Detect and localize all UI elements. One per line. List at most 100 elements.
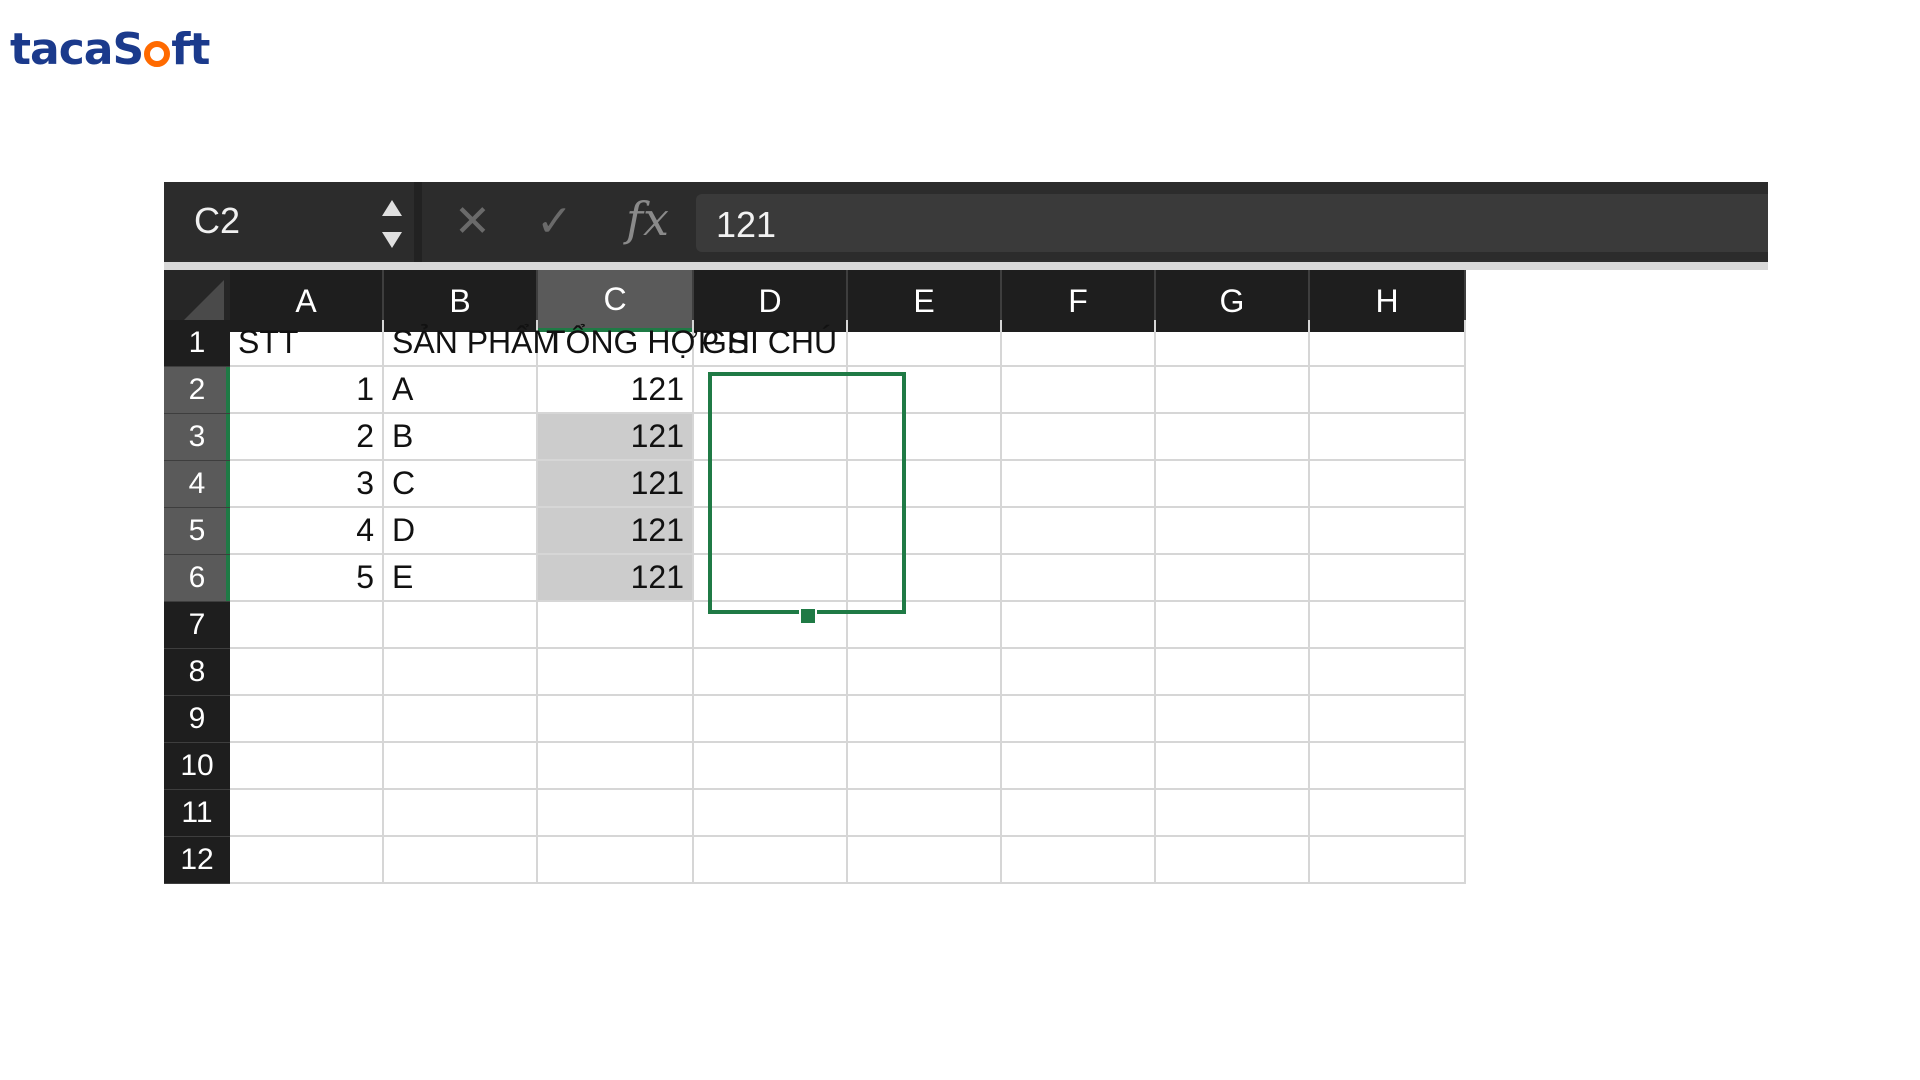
row-header-7[interactable]: 7 — [164, 602, 230, 649]
cell-e7[interactable] — [848, 602, 1002, 649]
cell-g3[interactable] — [1156, 414, 1310, 461]
cell-h10[interactable] — [1310, 743, 1466, 790]
cell-e1[interactable] — [848, 320, 1002, 367]
cell-h7[interactable] — [1310, 602, 1466, 649]
cell-g1[interactable] — [1156, 320, 1310, 367]
cell-h5[interactable] — [1310, 508, 1466, 555]
cell-d8[interactable] — [694, 649, 848, 696]
cell-b12[interactable] — [384, 837, 538, 884]
cell-g8[interactable] — [1156, 649, 1310, 696]
cell-b1[interactable]: SẢN PHẨM — [384, 320, 559, 367]
cell-b7[interactable] — [384, 602, 538, 649]
cell-f5[interactable] — [1002, 508, 1156, 555]
cell-e5[interactable] — [848, 508, 1002, 555]
row-header-10[interactable]: 10 — [164, 743, 230, 790]
cell-e2[interactable] — [848, 367, 1002, 414]
cell-a11[interactable] — [230, 790, 384, 837]
cell-b3[interactable]: B — [384, 414, 538, 461]
cell-g12[interactable] — [1156, 837, 1310, 884]
cell-h11[interactable] — [1310, 790, 1466, 837]
cell-f4[interactable] — [1002, 461, 1156, 508]
formula-value[interactable]: 121 — [716, 204, 776, 246]
function-icon[interactable]: fx — [626, 192, 669, 246]
cell-b2[interactable]: A — [384, 367, 538, 414]
cell-e3[interactable] — [848, 414, 1002, 461]
cell-a7[interactable] — [230, 602, 384, 649]
row-header-11[interactable]: 11 — [164, 790, 230, 837]
cell-a2[interactable]: 1 — [230, 367, 384, 414]
cell-d7[interactable] — [694, 602, 848, 649]
cell-d2[interactable] — [694, 367, 848, 414]
cell-h12[interactable] — [1310, 837, 1466, 884]
cell-a5[interactable]: 4 — [230, 508, 384, 555]
cell-reference[interactable]: C2 — [194, 200, 240, 242]
checkmark-icon[interactable]: ✓ — [536, 196, 573, 247]
cell-f1[interactable] — [1002, 320, 1156, 367]
cell-h4[interactable] — [1310, 461, 1466, 508]
fill-handle[interactable] — [799, 607, 817, 625]
cell-c2[interactable]: 121 — [538, 367, 694, 414]
cell-a12[interactable] — [230, 837, 384, 884]
row-header-12[interactable]: 12 — [164, 837, 230, 884]
cell-a10[interactable] — [230, 743, 384, 790]
cell-g11[interactable] — [1156, 790, 1310, 837]
cell-g6[interactable] — [1156, 555, 1310, 602]
cell-c9[interactable] — [538, 696, 694, 743]
cell-e9[interactable] — [848, 696, 1002, 743]
cell-d4[interactable] — [694, 461, 848, 508]
cell-e8[interactable] — [848, 649, 1002, 696]
cell-c11[interactable] — [538, 790, 694, 837]
cell-e10[interactable] — [848, 743, 1002, 790]
row-header-5[interactable]: 5 — [164, 508, 230, 555]
cell-g4[interactable] — [1156, 461, 1310, 508]
cell-d10[interactable] — [694, 743, 848, 790]
row-header-4[interactable]: 4 — [164, 461, 230, 508]
row-header-9[interactable]: 9 — [164, 696, 230, 743]
cell-b9[interactable] — [384, 696, 538, 743]
cell-d12[interactable] — [694, 837, 848, 884]
cell-a8[interactable] — [230, 649, 384, 696]
cell-h3[interactable] — [1310, 414, 1466, 461]
cell-a6[interactable]: 5 — [230, 555, 384, 602]
cell-c8[interactable] — [538, 649, 694, 696]
cell-g7[interactable] — [1156, 602, 1310, 649]
row-header-2[interactable]: 2 — [164, 367, 230, 414]
cell-b11[interactable] — [384, 790, 538, 837]
cell-f11[interactable] — [1002, 790, 1156, 837]
cell-f7[interactable] — [1002, 602, 1156, 649]
cell-b8[interactable] — [384, 649, 538, 696]
cell-h6[interactable] — [1310, 555, 1466, 602]
cell-g10[interactable] — [1156, 743, 1310, 790]
cell-h9[interactable] — [1310, 696, 1466, 743]
name-box-spinner[interactable] — [378, 196, 404, 252]
cell-g9[interactable] — [1156, 696, 1310, 743]
cell-e12[interactable] — [848, 837, 1002, 884]
cell-e11[interactable] — [848, 790, 1002, 837]
cell-c4[interactable]: 121 — [538, 461, 694, 508]
cell-c12[interactable] — [538, 837, 694, 884]
cell-f9[interactable] — [1002, 696, 1156, 743]
cell-h2[interactable] — [1310, 367, 1466, 414]
cell-c3[interactable]: 121 — [538, 414, 694, 461]
cell-d3[interactable] — [694, 414, 848, 461]
name-box[interactable]: C2 — [164, 182, 410, 262]
cell-f10[interactable] — [1002, 743, 1156, 790]
cell-a1[interactable]: STT — [230, 320, 384, 367]
cell-d11[interactable] — [694, 790, 848, 837]
cell-g2[interactable] — [1156, 367, 1310, 414]
cell-b4[interactable]: C — [384, 461, 538, 508]
cell-d1[interactable]: GHI CHÚ — [694, 320, 848, 367]
cell-h1[interactable] — [1310, 320, 1466, 367]
cell-b6[interactable]: E — [384, 555, 538, 602]
cell-c7[interactable] — [538, 602, 694, 649]
cell-f2[interactable] — [1002, 367, 1156, 414]
cell-f6[interactable] — [1002, 555, 1156, 602]
cell-f3[interactable] — [1002, 414, 1156, 461]
row-header-3[interactable]: 3 — [164, 414, 230, 461]
cell-d6[interactable] — [694, 555, 848, 602]
triangle-up-icon[interactable] — [382, 200, 402, 216]
cell-b5[interactable]: D — [384, 508, 538, 555]
cell-b10[interactable] — [384, 743, 538, 790]
cell-f8[interactable] — [1002, 649, 1156, 696]
cell-a4[interactable]: 3 — [230, 461, 384, 508]
